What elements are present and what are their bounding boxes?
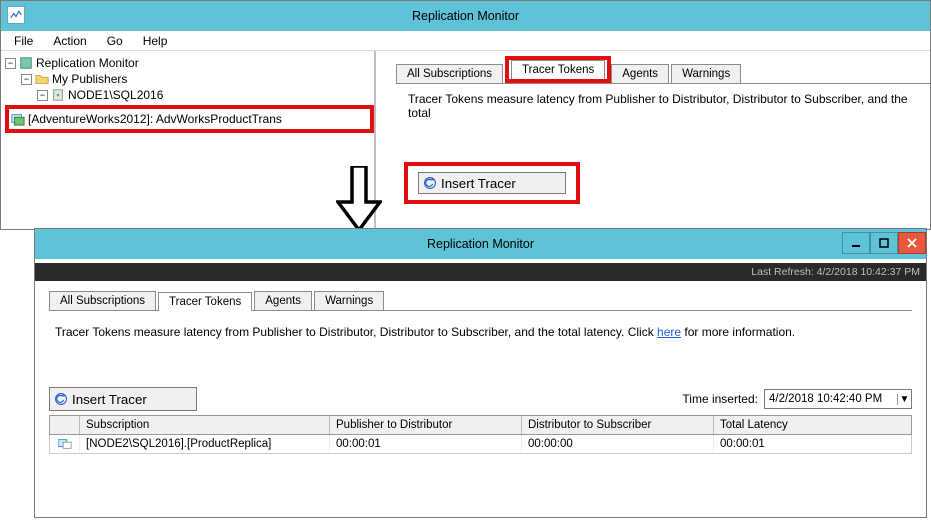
insert-tracer-highlight: Insert Tracer [404,162,580,204]
insert-tracer-button[interactable]: Insert Tracer [49,387,197,411]
grid-header-rowselector[interactable] [50,416,80,434]
tab-agents[interactable]: Agents [254,291,312,310]
detail-panel: All Subscriptions Tracer Tokens Agents W… [376,51,930,229]
time-inserted-group: Time inserted: 4/2/2018 10:42:40 PM ▼ [682,389,912,409]
description-text: Tracer Tokens measure latency from Publi… [396,83,930,120]
replication-monitor-window-top: Replication Monitor File Action Go Help … [0,0,931,230]
grid-header-subscription[interactable]: Subscription [80,416,330,434]
arrow-annotation [336,166,382,235]
tab-all-subscriptions[interactable]: All Subscriptions [49,291,156,310]
tree-server[interactable]: − NODE1\SQL2016 [5,87,374,103]
tree-publication[interactable]: [AdventureWorks2012]: AdvWorksProductTra… [11,111,360,127]
tab-warnings[interactable]: Warnings [314,291,384,310]
server-icon [51,88,65,102]
replication-monitor-window-bottom: Replication Monitor Last Refresh: 4/2/20… [34,228,927,518]
grid-header-total-latency[interactable]: Total Latency [714,416,911,434]
window-title: Replication Monitor [427,237,534,251]
window-title: Replication Monitor [412,9,519,23]
title-bar[interactable]: Replication Monitor [35,229,926,259]
grid-row[interactable]: [NODE2\SQL2016].[ProductReplica] 00:00:0… [49,435,912,454]
cell-subscription: [NODE2\SQL2016].[ProductReplica] [80,435,330,453]
collapse-icon[interactable]: − [5,58,16,69]
tab-tracer-tokens[interactable]: Tracer Tokens [158,292,252,311]
insert-tracer-button[interactable]: Insert Tracer [418,172,566,194]
grid-header-pub-to-dist[interactable]: Publisher to Distributor [330,416,522,434]
tree-publishers[interactable]: − My Publishers [5,71,374,87]
time-inserted-value: 4/2/2018 10:42:40 PM [769,393,882,405]
minimize-button[interactable] [842,232,870,254]
tab-warnings[interactable]: Warnings [671,64,741,83]
cell-total-latency: 00:00:01 [714,435,911,453]
tree-panel: − Replication Monitor − My Publishers − … [1,51,376,229]
here-link[interactable]: here [657,325,681,339]
tab-tracer-tokens[interactable]: Tracer Tokens [511,60,605,79]
menu-help[interactable]: Help [135,32,176,50]
close-button[interactable] [898,232,926,254]
menu-bar: File Action Go Help [1,31,930,51]
folder-icon [35,72,49,86]
time-inserted-label: Time inserted: [682,392,758,406]
description-text: Tracer Tokens measure latency from Publi… [49,311,912,353]
title-bar[interactable]: Replication Monitor [1,1,930,31]
menu-file[interactable]: File [6,32,41,50]
publication-icon [11,112,25,126]
grid-header-dist-to-sub[interactable]: Distributor to Subscriber [522,416,714,434]
tree-publication-highlight: [AdventureWorks2012]: AdvWorksProductTra… [5,105,374,133]
cell-dist-to-sub: 00:00:00 [522,435,714,453]
insert-tracer-label: Insert Tracer [441,176,516,191]
subscription-icon [50,435,80,453]
cell-pub-to-dist: 00:00:01 [330,435,522,453]
insert-tracer-label: Insert Tracer [72,392,147,407]
maximize-button[interactable] [870,232,898,254]
tab-all-subscriptions[interactable]: All Subscriptions [396,64,503,83]
tab-tracer-highlight: Tracer Tokens [505,56,611,83]
collapse-icon[interactable]: − [37,90,48,101]
grid-header: Subscription Publisher to Distributor Di… [49,415,912,435]
replication-monitor-icon [19,56,33,70]
tracer-grid: Subscription Publisher to Distributor Di… [49,415,912,454]
app-icon [7,6,25,24]
tab-strip: All Subscriptions Tracer Tokens Agents W… [49,289,912,311]
tree-root[interactable]: − Replication Monitor [5,55,374,71]
chevron-down-icon: ▼ [897,394,911,405]
tab-strip: All Subscriptions Tracer Tokens Agents W… [396,61,930,83]
menu-action[interactable]: Action [45,32,94,50]
collapse-icon[interactable]: − [21,74,32,85]
time-inserted-dropdown[interactable]: 4/2/2018 10:42:40 PM ▼ [764,389,912,409]
menu-go[interactable]: Go [99,32,131,50]
last-refresh-bar: Last Refresh: 4/2/2018 10:42:37 PM [35,263,926,281]
tab-agents[interactable]: Agents [611,64,669,83]
window-controls [842,232,926,256]
